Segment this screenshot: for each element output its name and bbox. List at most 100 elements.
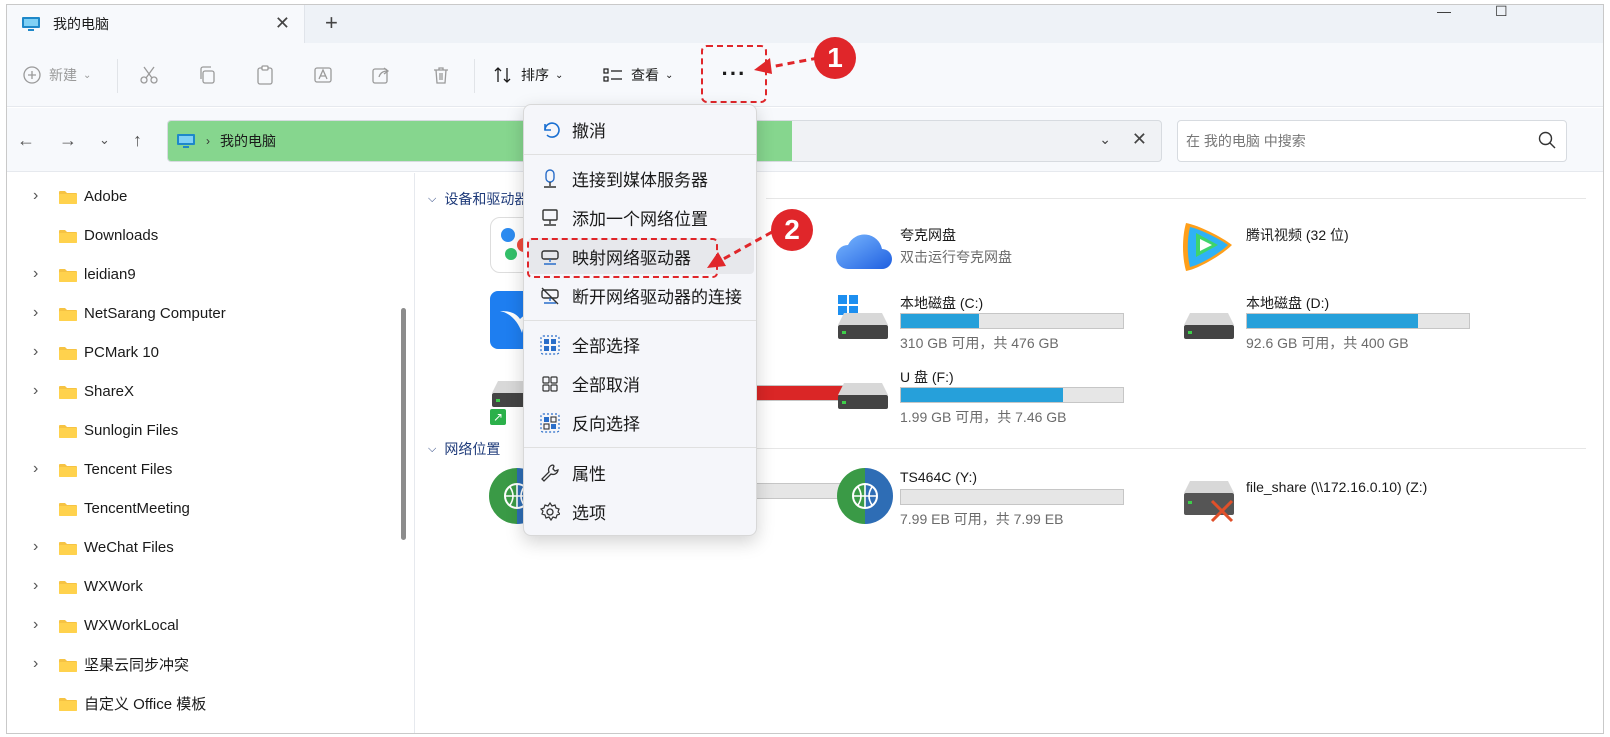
tab-title: 我的电脑 (53, 16, 109, 32)
address-dropdown-chevron-icon[interactable]: ⌄ (1099, 131, 1111, 148)
menu-item-add-network-location[interactable]: 添加一个网络位置 (528, 199, 754, 235)
menu-item-options[interactable]: 选项 (528, 493, 754, 529)
sidebar-item-label: Sunlogin Files (84, 421, 179, 439)
tab-bar: 我的电脑 ✕ + — ☐ (7, 5, 1603, 43)
sidebar-item-label: WXWorkLocal (84, 616, 179, 634)
drive-name: 本地磁盘 (C:) (900, 295, 984, 311)
tab-my-computer[interactable]: 我的电脑 ✕ (7, 5, 305, 43)
sidebar-item[interactable]: › WeChat Files (7, 532, 397, 562)
sort-button[interactable]: 排序 ⌄ (493, 43, 563, 107)
search-input[interactable] (1186, 129, 1526, 153)
menu-item-label: 选项 (572, 503, 606, 523)
drive-capacity: 1.99 GB 可用，共 7.46 GB (900, 409, 1067, 425)
sidebar-item[interactable]: › Adobe (7, 181, 397, 211)
copy-button[interactable] (197, 43, 217, 107)
sidebar-item-label: NetSarang Computer (84, 304, 226, 322)
expand-chevron-icon[interactable]: › (33, 265, 38, 283)
expand-chevron-icon[interactable]: › (33, 616, 38, 634)
drive-name: 夸克网盘 (900, 227, 956, 243)
sort-icon (494, 67, 511, 83)
command-bar: 新建 ⌄ 排序 ⌄ 查看 ⌄ (7, 43, 1603, 107)
menu-item-connect-media-server[interactable]: 连接到媒体服务器 (528, 160, 754, 196)
sidebar-item-label: leidian9 (84, 265, 136, 283)
drive-name: 本地磁盘 (D:) (1246, 295, 1330, 311)
recent-locations-chevron-icon[interactable]: ⌄ (99, 132, 110, 148)
menu-item-properties[interactable]: 属性 (528, 454, 754, 490)
expand-chevron-icon[interactable]: › (33, 538, 38, 556)
navigation-pane: › Adobe Downloads › leidian9 › NetSarang Compu… (7, 173, 415, 733)
copy-icon (200, 66, 215, 84)
forward-arrow-icon[interactable]: → (59, 130, 77, 151)
media-server-icon (544, 169, 556, 188)
menu-item-label: 全部选择 (572, 336, 640, 356)
expand-chevron-icon[interactable]: › (33, 187, 38, 205)
step-1-badge: 1 (814, 37, 856, 79)
expand-chevron-icon[interactable]: › (33, 382, 38, 400)
cut-button[interactable] (139, 43, 159, 107)
sort-label: 排序 (521, 67, 549, 83)
drive-name: TS464C (Y:) (900, 469, 978, 485)
paste-button[interactable] (255, 43, 275, 107)
sidebar-item[interactable]: › WXWorkLocal (7, 610, 397, 640)
sidebar-scrollbar[interactable] (401, 308, 406, 540)
group-header-devices[interactable]: ⌵ 设备和驱动器 (428, 189, 528, 209)
sidebar-item[interactable]: › 坚果云同步冲突 (7, 649, 397, 679)
sidebar-item-label: WXWork (84, 577, 143, 595)
minimize-button[interactable]: — (1437, 5, 1451, 19)
hard-drive-icon (838, 313, 888, 339)
sidebar-item-label: TencentMeeting (84, 499, 190, 517)
cloud-icon (836, 234, 892, 269)
delete-button[interactable] (431, 43, 451, 107)
search-icon[interactable] (1538, 131, 1556, 149)
network-location-icon (542, 209, 558, 226)
drive-name: U 盘 (F:) (900, 369, 954, 385)
menu-item-disconnect-network-drive[interactable]: 断开网络驱动器的连接 (528, 277, 754, 313)
see-more-button[interactable]: ··· (701, 45, 767, 103)
group-header-network[interactable]: ⌵ 网络位置 (428, 439, 500, 459)
menu-item-select-all[interactable]: 全部选择 (528, 326, 754, 362)
sidebar-item[interactable]: › leidian9 (7, 259, 397, 289)
sidebar-item[interactable]: Downloads (7, 220, 397, 250)
menu-item-undo[interactable]: 撤消 (528, 111, 754, 147)
maximize-button[interactable]: ☐ (1495, 5, 1508, 20)
usage-bar-partial (756, 483, 846, 499)
view-button[interactable]: 查看 ⌄ (603, 43, 673, 107)
sidebar-item-label: PCMark 10 (84, 343, 160, 361)
chevron-down-icon: ⌄ (555, 69, 564, 81)
sidebar-item[interactable]: TencentMeeting (7, 493, 397, 523)
menu-item-select-none[interactable]: 全部取消 (528, 365, 754, 401)
breadcrumb-location[interactable]: 我的电脑 (220, 131, 276, 151)
sidebar-item[interactable]: 自定义 Office 模板 (7, 688, 397, 718)
rename-button[interactable] (313, 43, 333, 107)
new-button[interactable]: 新建 ⌄ (23, 43, 91, 107)
drive-usage-bar (900, 313, 1124, 329)
group-title-devices: 设备和驱动器 (444, 191, 529, 207)
new-tab-button[interactable]: + (325, 11, 338, 35)
sidebar-item[interactable]: › Tencent Files (7, 454, 397, 484)
tab-close-icon[interactable]: ✕ (275, 13, 290, 33)
expand-chevron-icon[interactable]: › (33, 460, 38, 478)
share-button[interactable] (371, 43, 391, 107)
sidebar-item[interactable]: › PCMark 10 (7, 337, 397, 367)
back-arrow-icon[interactable]: ← (17, 130, 35, 151)
hard-drive-icon (1184, 313, 1234, 339)
menu-item-invert-selection[interactable]: 反向选择 (528, 404, 754, 440)
expand-chevron-icon[interactable]: › (33, 577, 38, 595)
sidebar-item[interactable]: › ShareX (7, 376, 397, 406)
disconnected-network-drive-icon (1184, 481, 1234, 523)
breadcrumb-separator: › (206, 134, 210, 148)
expand-chevron-icon[interactable]: › (33, 304, 38, 322)
address-clear-icon[interactable]: ✕ (1132, 129, 1147, 150)
expand-chevron-icon[interactable]: › (33, 343, 38, 361)
sidebar-item[interactable]: › NetSarang Computer (7, 298, 397, 328)
scissors-icon (140, 66, 158, 84)
globe-icon (837, 468, 893, 524)
folder-icon (59, 347, 77, 360)
drive-capacity: 310 GB 可用，共 476 GB (900, 335, 1059, 351)
navigation-bar: ← → ⌄ ↑ › 我的电脑 ⌄ ✕ (7, 108, 1603, 172)
up-arrow-icon[interactable]: ↑ (133, 130, 142, 151)
expand-chevron-icon[interactable]: › (33, 655, 38, 673)
search-box[interactable] (1177, 120, 1567, 162)
sidebar-item[interactable]: › WXWork (7, 571, 397, 601)
sidebar-item[interactable]: Sunlogin Files (7, 415, 397, 445)
